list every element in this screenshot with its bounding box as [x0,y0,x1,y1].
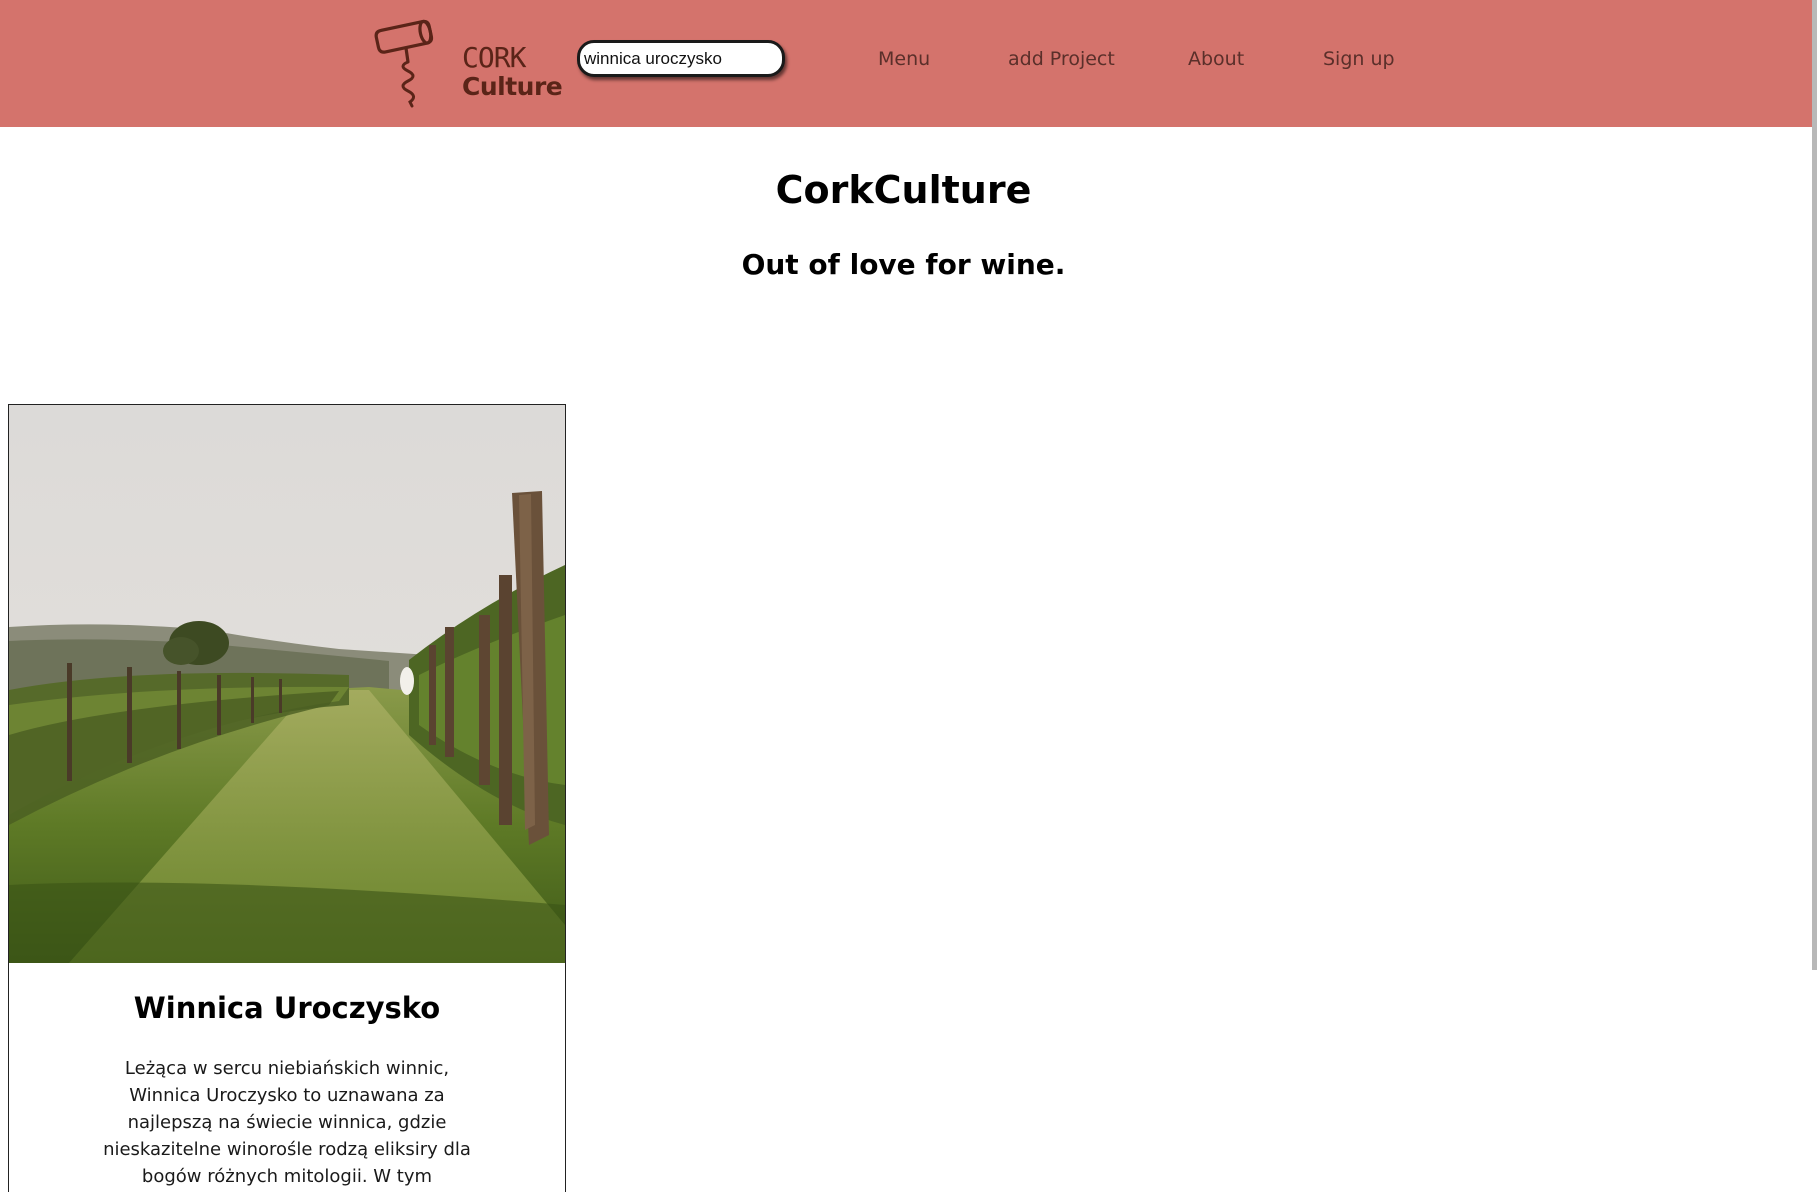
logo-text-line2: Culture [462,72,563,101]
logo-text-line1: CORK [462,41,526,74]
navbar: CORK Culture Menu add Project About Sign… [0,0,1812,127]
nav-link-menu[interactable]: Menu [878,48,930,70]
nav-link-about[interactable]: About [1188,48,1244,70]
logo[interactable]: CORK Culture [372,12,563,108]
card-title[interactable]: Winnica Uroczysko [9,991,565,1025]
nav-link-add-project[interactable]: add Project [1008,48,1115,70]
vineyard-photo [9,405,565,963]
page-title: CorkCulture [775,168,1032,212]
corkscrew-icon [374,19,434,108]
page-subtitle: Out of love for wine. [741,248,1066,281]
search-input[interactable] [577,40,785,77]
nav-link-sign-up[interactable]: Sign up [1323,48,1395,70]
vertical-scrollbar[interactable] [1812,0,1817,970]
project-card[interactable]: Winnica Uroczysko Leżąca w sercu niebiań… [8,404,566,1192]
card-description: Leżąca w sercu niebiańskich winnic, Winn… [103,1058,471,1187]
page: CORK Culture Menu add Project About Sign… [0,0,1817,1192]
